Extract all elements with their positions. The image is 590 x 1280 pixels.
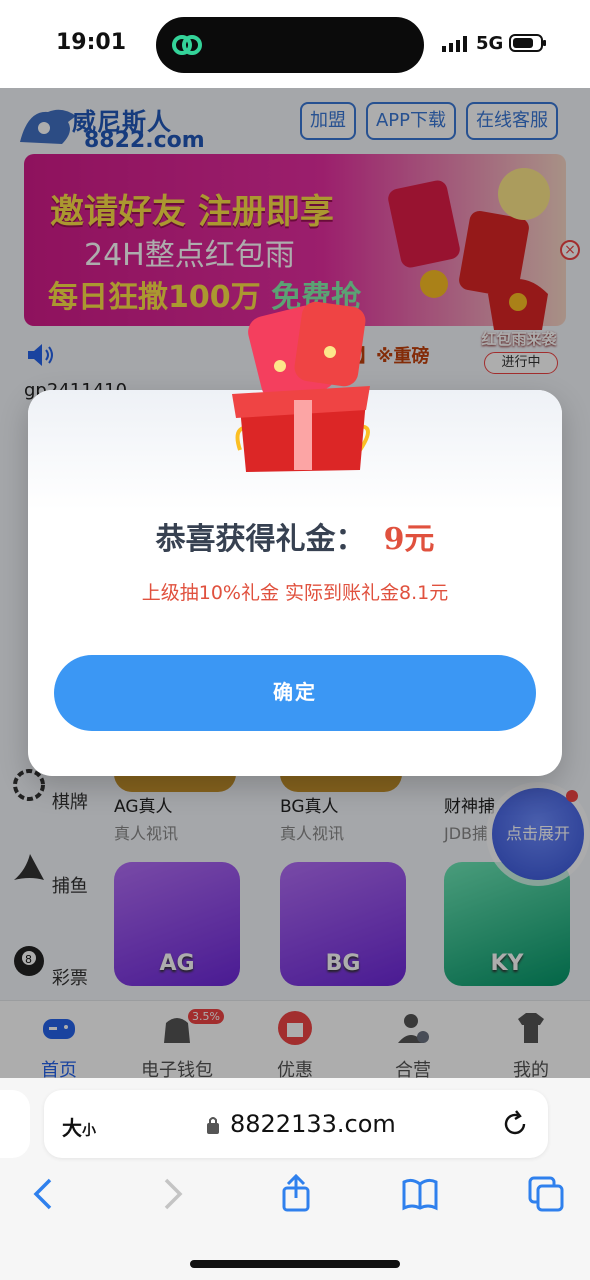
- browser-toolbar: 大小 8822133.com: [0, 1078, 590, 1280]
- previous-tab-peek[interactable]: [0, 1090, 30, 1158]
- reward-amount: 9元: [383, 522, 435, 557]
- confirm-button[interactable]: 确定: [54, 655, 536, 731]
- status-bar: 19:01 5G: [0, 0, 590, 88]
- link-rings-icon: [172, 35, 202, 55]
- tabs-icon[interactable]: [526, 1174, 566, 1214]
- clock: 19:01: [56, 30, 127, 55]
- back-icon[interactable]: [24, 1174, 64, 1214]
- modal-title: 恭喜获得礼金： 9元: [0, 514, 590, 558]
- text-size-large: 大: [62, 1116, 82, 1140]
- lock-icon: [207, 1117, 219, 1134]
- modal-title-text: 恭喜获得礼金：: [155, 522, 366, 557]
- screen: 19:01 5G 威尼斯人 8822.com 加盟 APP下载 在线客服 邀请好…: [0, 0, 590, 1280]
- dynamic-island: [156, 17, 424, 73]
- bookmarks-icon[interactable]: [400, 1174, 440, 1214]
- text-size-button[interactable]: 大小: [62, 1112, 96, 1141]
- text-size-small: 小: [82, 1123, 96, 1139]
- share-icon[interactable]: [276, 1174, 316, 1214]
- home-indicator[interactable]: [190, 1260, 400, 1268]
- battery-icon: [509, 34, 546, 52]
- reload-icon[interactable]: [502, 1110, 528, 1138]
- forward-icon[interactable]: [152, 1174, 192, 1214]
- url-text[interactable]: 8822133.com: [230, 1110, 396, 1138]
- modal-note: 上级抽10%礼金 实际到账礼金8.1元: [141, 582, 449, 604]
- address-bar[interactable]: 大小 8822133.com: [44, 1090, 548, 1158]
- signal-icon: [442, 36, 467, 52]
- network-type: 5G: [476, 33, 504, 54]
- open-gift-box-icon: [232, 301, 370, 472]
